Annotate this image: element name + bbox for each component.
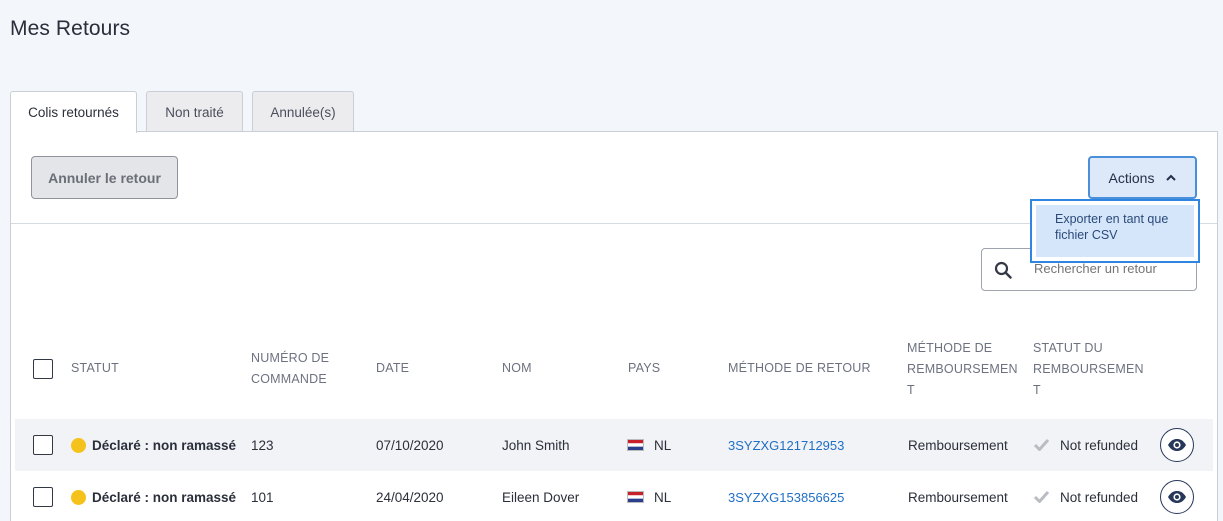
view-return-button[interactable]: [1160, 428, 1194, 462]
order-number: 101: [251, 489, 274, 505]
check-icon: [1033, 438, 1050, 451]
returns-panel: Annuler le retour Actions STATUT NUMÉRO …: [10, 131, 1218, 521]
search-input[interactable]: [1034, 261, 1184, 276]
header-nom: NOM: [502, 361, 532, 375]
country-cell: NL: [627, 419, 671, 471]
tracking-link[interactable]: 3SYZXG121712953: [728, 419, 844, 471]
flag-nl-icon: [627, 439, 644, 451]
refund-status-cell: Not refunded: [1033, 419, 1138, 471]
header-date: DATE: [376, 361, 410, 375]
tab-annulees[interactable]: Annulée(s): [252, 91, 354, 132]
status-cell: Déclaré : non ramassé: [71, 471, 236, 521]
header-statut-remb-line-1: STATUT DU: [1033, 341, 1103, 355]
export-csv-menu-item[interactable]: Exporter en tant que fichier CSV: [1036, 205, 1194, 257]
customer-name: Eileen Dover: [502, 489, 580, 505]
status-text: Déclaré : non ramassé: [92, 489, 237, 505]
table-row[interactable]: Déclaré : non ramassé 101 24/04/2020 Eil…: [15, 471, 1213, 521]
actions-dropdown: Exporter en tant que fichier CSV: [1030, 199, 1200, 263]
page-title: Mes Retours: [10, 17, 131, 40]
table-row[interactable]: Déclaré : non ramassé 123 07/10/2020 Joh…: [15, 419, 1213, 471]
header-statut: STATUT: [71, 361, 119, 375]
actions-label: Actions: [1108, 169, 1155, 186]
customer-name: John Smith: [502, 437, 570, 453]
status-cell: Déclaré : non ramassé: [71, 419, 236, 471]
header-statut-remb-line-3: T: [1033, 383, 1041, 397]
order-number: 123: [251, 437, 274, 453]
select-all-checkbox[interactable]: [33, 359, 53, 379]
refund-status-text: Not refunded: [1060, 437, 1139, 453]
cancel-return-button[interactable]: Annuler le retour: [31, 156, 178, 199]
country-cell: NL: [627, 471, 671, 521]
eye-icon: [1168, 439, 1186, 451]
header-methode-remb-line-2: REMBOURSEMEN: [907, 362, 1018, 376]
return-date: 24/04/2020: [376, 489, 444, 505]
return-date: 07/10/2020: [376, 437, 444, 453]
eye-icon: [1168, 491, 1186, 503]
search-icon: [994, 261, 1012, 279]
header-pays: PAYS: [628, 361, 661, 375]
header-numero-line-2: COMMANDE: [251, 372, 327, 386]
row-checkbox[interactable]: [33, 435, 53, 455]
country-code: NL: [654, 489, 672, 505]
header-methode-remb-line-1: MÉTHODE DE: [907, 341, 993, 355]
header-statut-remboursement: STATUT DU REMBOURSEMEN T: [1033, 338, 1144, 401]
header-methode-retour: MÉTHODE DE RETOUR: [728, 361, 871, 375]
country-code: NL: [654, 437, 672, 453]
status-text: Déclaré : non ramassé: [92, 437, 237, 453]
header-methode-remb-line-3: T: [907, 383, 915, 397]
refund-method: Remboursement: [908, 489, 1008, 505]
chevron-up-icon: [1166, 174, 1177, 181]
row-checkbox[interactable]: [33, 487, 53, 507]
status-dot-icon: [71, 489, 86, 505]
header-numero: NUMÉRO DE COMMANDE: [251, 348, 329, 390]
view-return-button[interactable]: [1160, 480, 1194, 514]
refund-status-text: Not refunded: [1060, 489, 1139, 505]
check-icon: [1033, 490, 1050, 503]
flag-nl-icon: [627, 491, 644, 503]
tracking-link[interactable]: 3SYZXG153856625: [728, 471, 844, 521]
refund-method: Remboursement: [908, 437, 1008, 453]
header-numero-line-1: NUMÉRO DE: [251, 351, 330, 365]
status-dot-icon: [71, 437, 86, 453]
tab-non-traite[interactable]: Non traité: [146, 91, 243, 132]
header-statut-remb-line-2: REMBOURSEMEN: [1033, 362, 1144, 376]
tab-colis-retournes[interactable]: Colis retournés: [10, 91, 137, 133]
actions-button[interactable]: Actions: [1088, 156, 1197, 199]
refund-status-cell: Not refunded: [1033, 471, 1138, 521]
header-methode-remboursement: MÉTHODE DE REMBOURSEMEN T: [907, 338, 1018, 401]
